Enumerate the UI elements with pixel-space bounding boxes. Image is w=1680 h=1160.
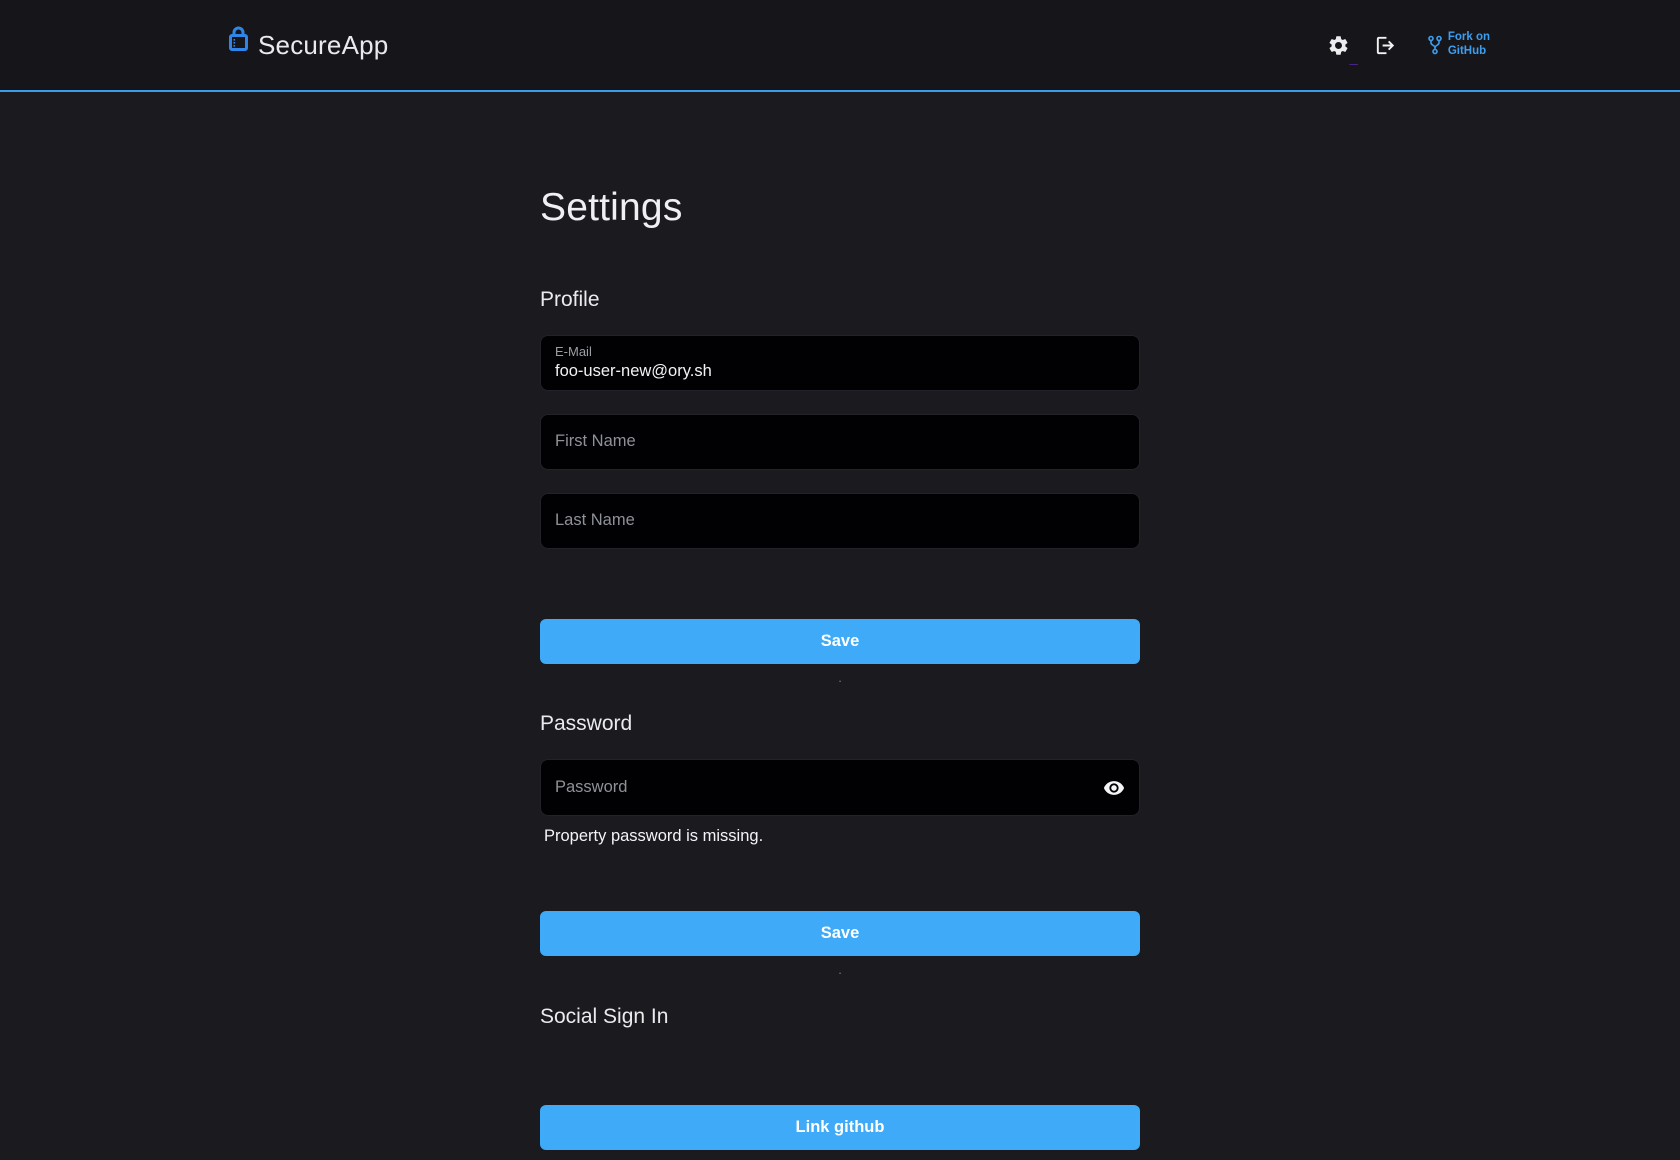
- first-name-input[interactable]: [555, 432, 1125, 451]
- profile-divider-dot: .: [540, 671, 1140, 685]
- password-divider-dot: .: [540, 963, 1140, 977]
- link-github-button[interactable]: Link github: [540, 1105, 1140, 1150]
- profile-section: Profile E-Mail Save .: [540, 288, 1140, 685]
- header-actions: _ Fork on GitHub: [1325, 31, 1490, 58]
- email-input[interactable]: [555, 362, 1125, 381]
- email-label: E-Mail: [555, 345, 1125, 359]
- app-logo[interactable]: SecureApp: [228, 30, 388, 61]
- password-section: Password Property password is missing. S…: [540, 712, 1140, 977]
- settings-page: Settings Profile E-Mail Save . Password: [540, 186, 1140, 1150]
- fork-link-line1: Fork on: [1448, 31, 1490, 43]
- save-password-button[interactable]: Save: [540, 911, 1140, 956]
- password-error-message: Property password is missing.: [544, 827, 1140, 847]
- app-name: SecureApp: [258, 30, 388, 61]
- git-fork-icon: [1427, 35, 1443, 55]
- first-name-field-container: [540, 414, 1140, 470]
- gear-icon: [1327, 34, 1350, 57]
- password-field-container: [540, 759, 1140, 816]
- app-header: SecureApp _: [0, 0, 1680, 92]
- fork-on-github-link[interactable]: Fork on GitHub: [1427, 31, 1490, 58]
- eye-icon: [1103, 777, 1125, 799]
- fork-link-text: Fork on GitHub: [1448, 31, 1490, 58]
- password-input[interactable]: [555, 778, 1093, 797]
- email-field-container: E-Mail: [540, 335, 1140, 391]
- settings-button[interactable]: _: [1325, 32, 1352, 59]
- page-title: Settings: [540, 186, 1140, 231]
- save-profile-button[interactable]: Save: [540, 619, 1140, 664]
- toggle-password-visibility-button[interactable]: [1103, 777, 1125, 799]
- logout-button[interactable]: [1372, 32, 1399, 59]
- social-sign-in-heading: Social Sign In: [540, 1005, 1140, 1029]
- lock-icon: [228, 38, 249, 52]
- underscore-accent: _: [1349, 51, 1357, 66]
- last-name-input[interactable]: [555, 511, 1125, 530]
- password-heading: Password: [540, 712, 1140, 736]
- fork-link-line2: GitHub: [1448, 45, 1486, 57]
- profile-heading: Profile: [540, 288, 1140, 312]
- logout-icon: [1374, 34, 1397, 57]
- last-name-field-container: [540, 493, 1140, 549]
- social-sign-in-section: Social Sign In Link github: [540, 1005, 1140, 1150]
